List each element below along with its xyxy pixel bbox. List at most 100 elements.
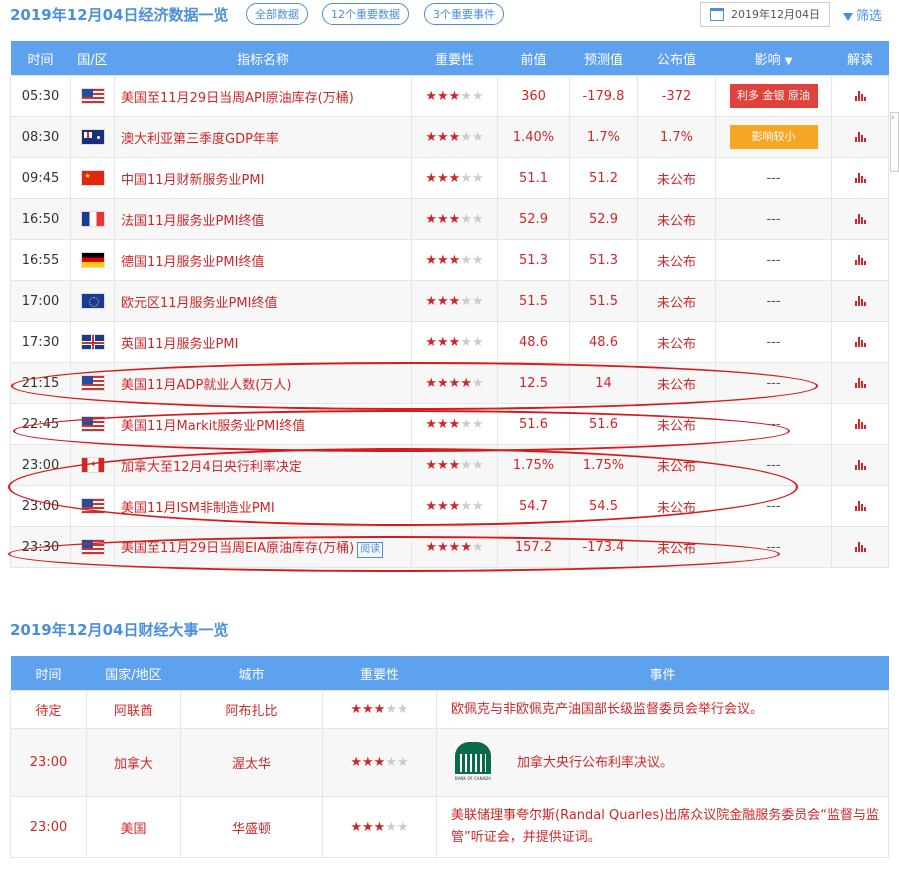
row-flag [70, 485, 115, 527]
row-indicator[interactable]: 美国11月ISM非制造业PMI [114, 485, 412, 527]
row-interpret[interactable] [831, 485, 889, 527]
row-forecast: 14 [569, 362, 638, 404]
table-row: 17:30 英国11月服务业PMI ★★★★★ 48.6 48.6 未公布 --- [10, 321, 889, 363]
row-interpret[interactable] [831, 403, 889, 445]
row-previous: 48.6 [497, 321, 570, 363]
row-indicator[interactable]: 欧元区11月服务业PMI终值 [114, 280, 412, 322]
row-indicator[interactable]: 德国11月服务业PMI终值 [114, 239, 412, 281]
row-indicator[interactable]: 美国11月ADP就业人数(万人) [114, 362, 412, 404]
row-interpret[interactable] [831, 75, 889, 117]
ev-col-event: 事件 [436, 656, 889, 691]
row-indicator[interactable]: 法国11月服务业PMI终值 [114, 198, 412, 240]
chart-icon[interactable] [854, 296, 866, 306]
row-actual: 未公布 [637, 239, 716, 281]
importance-stars: ★★★★★ [425, 457, 484, 473]
row-actual: 未公布 [637, 157, 716, 199]
filter-all-data[interactable]: 全部数据 [246, 3, 308, 25]
row-interpret[interactable] [831, 198, 889, 240]
flag-au-icon [80, 129, 105, 145]
row-flag [70, 403, 115, 445]
chart-icon[interactable] [854, 378, 866, 388]
row-indicator[interactable]: 中国11月财新服务业PMI [114, 157, 412, 199]
date-picker[interactable]: 2019年12月04日 [700, 2, 830, 27]
row-previous: 51.1 [497, 157, 570, 199]
row-time: 23:30 [10, 526, 71, 568]
row-indicator[interactable]: 英国11月服务业PMI [114, 321, 412, 363]
flag-us-icon [80, 539, 105, 555]
row-forecast: 54.5 [569, 485, 638, 527]
row-time: 23:00 [10, 485, 71, 527]
row-previous: 51.6 [497, 403, 570, 445]
row-importance: ★★★★★ [411, 403, 498, 445]
row-interpret[interactable] [831, 239, 889, 281]
row-interpret[interactable] [831, 321, 889, 363]
event-country: 美国 [86, 796, 181, 858]
row-indicator[interactable]: 澳大利亚第三季度GDP年率 [114, 116, 412, 158]
impact-value: --- [766, 375, 781, 391]
chart-icon[interactable] [854, 91, 866, 101]
row-interpret[interactable] [831, 526, 889, 568]
flag-us-icon [80, 88, 105, 104]
chart-icon[interactable] [854, 460, 866, 470]
row-forecast: 51.5 [569, 280, 638, 322]
read-tag[interactable]: 阅读 [357, 541, 384, 558]
row-previous: 54.7 [497, 485, 570, 527]
chart-icon[interactable] [854, 542, 866, 552]
chart-icon[interactable] [854, 173, 866, 183]
row-flag [70, 362, 115, 404]
chart-icon[interactable] [854, 337, 866, 347]
filter-important-data[interactable]: 12个重要数据 [322, 3, 409, 25]
importance-stars: ★★★★★ [425, 416, 484, 432]
col-forecast: 预测值 [569, 41, 638, 76]
row-interpret[interactable] [831, 362, 889, 404]
row-flag [70, 321, 115, 363]
row-interpret[interactable] [831, 444, 889, 486]
row-forecast: -179.8 [569, 75, 638, 117]
events-header-row: 时间 国家/地区 城市 重要性 事件 [10, 656, 889, 691]
col-impact[interactable]: 影响 ▼ [715, 41, 832, 76]
row-indicator[interactable]: 加拿大至12月4日央行利率决定 [114, 444, 412, 486]
row-time: 09:45 [10, 157, 71, 199]
chart-icon[interactable] [854, 132, 866, 142]
economic-data-table: 时间 国/区 指标名称 重要性 前值 预测值 公布值 影响 ▼ 解读 05:30… [10, 41, 889, 568]
row-impact: --- [715, 403, 832, 445]
row-actual: 1.7% [637, 116, 716, 158]
filter-important-events[interactable]: 3个重要事件 [424, 3, 504, 25]
event-city: 渥太华 [180, 728, 323, 797]
chart-icon[interactable] [854, 419, 866, 429]
importance-stars: ★★★★★ [425, 334, 484, 350]
row-interpret[interactable] [831, 280, 889, 322]
row-interpret[interactable] [831, 116, 889, 158]
row-indicator[interactable]: 美国至11月29日当周API原油库存(万桶) [114, 75, 412, 117]
table-row: 09:45 ★ 中国11月财新服务业PMI ★★★★★ 51.1 51.2 未公布 --- [10, 157, 889, 199]
event-row: 23:00 美国 华盛顿 ★★★★★ 美联储理事夸尔斯(Randal Quarles)出… [10, 796, 889, 858]
ev-col-time: 时间 [10, 656, 87, 691]
filter-button[interactable]: 筛选 [843, 5, 882, 24]
row-interpret[interactable] [831, 157, 889, 199]
impact-value: --- [766, 252, 781, 268]
row-indicator[interactable]: 美国11月Markit服务业PMI终值 [114, 403, 412, 445]
importance-stars: ★★★★★ [425, 211, 484, 227]
filter-icon [843, 12, 853, 21]
row-previous: 1.40% [497, 116, 570, 158]
row-previous: 51.5 [497, 280, 570, 322]
row-impact: --- [715, 444, 832, 486]
chevron-down-icon: ▼ [784, 55, 793, 67]
table-row: 23:30 美国至11月29日当周EIA原油库存(万桶) 阅读 ★★★★★ 157.2-… [10, 526, 889, 568]
side-collapse-handle[interactable]: › [890, 112, 899, 172]
table-row: 05:30 美国至11月29日当周API原油库存(万桶) ★★★★★ 360 -179.… [10, 75, 889, 117]
page-header: 2019年12月04日经济数据一览 全部数据 12个重要数据 3个重要事件 20… [0, 0, 899, 30]
row-impact: --- [715, 362, 832, 404]
table-row: 17:00 欧元区11月服务业PMI终值 ★★★★★ 51.5 51.5 未公布 --- [10, 280, 889, 322]
flag-de-icon [80, 252, 105, 268]
row-actual: 未公布 [637, 403, 716, 445]
row-forecast: 1.75% [569, 444, 638, 486]
chart-icon[interactable] [854, 255, 866, 265]
row-indicator[interactable]: 美国至11月29日当周EIA原油库存(万桶) 阅读 [114, 526, 412, 568]
row-forecast: 51.6 [569, 403, 638, 445]
importance-stars: ★★★★★ [425, 375, 484, 391]
chart-icon[interactable] [854, 214, 866, 224]
row-impact: --- [715, 526, 832, 568]
table-row: 08:30 澳大利亚第三季度GDP年率 ★★★★★ 1.40% 1.7% 1.7% 影响较小 [10, 116, 889, 158]
chart-icon[interactable] [854, 501, 866, 511]
